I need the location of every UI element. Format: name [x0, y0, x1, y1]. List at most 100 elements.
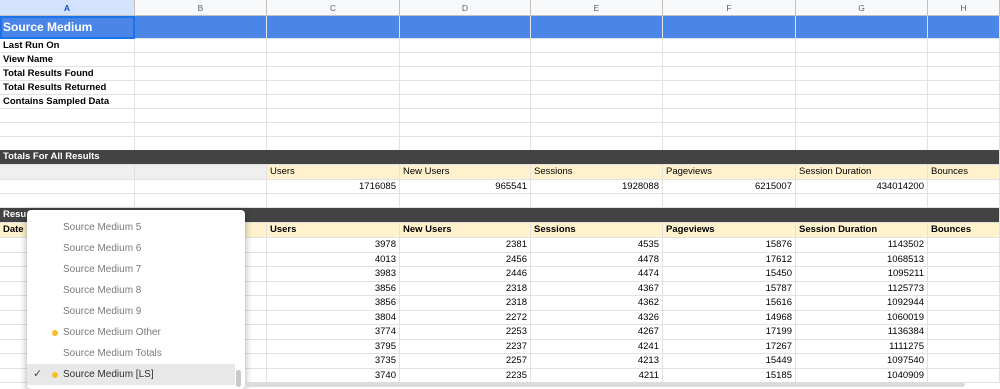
cell[interactable]: [796, 109, 928, 123]
cell[interactable]: [928, 123, 1000, 137]
cell[interactable]: [400, 81, 531, 95]
horizontal-scrollbar[interactable]: [245, 382, 965, 387]
results-value[interactable]: 14968: [663, 310, 796, 325]
results-column-header[interactable]: Sessions: [531, 223, 663, 238]
cell[interactable]: [267, 67, 400, 81]
cell[interactable]: [135, 39, 267, 53]
cell[interactable]: [135, 53, 267, 67]
cell[interactable]: [267, 123, 400, 137]
cell[interactable]: [135, 81, 267, 95]
info-label[interactable]: View Name: [0, 53, 135, 67]
results-value[interactable]: 15185: [663, 368, 796, 383]
results-value[interactable]: 2257: [400, 354, 531, 369]
column-header-f[interactable]: F: [663, 0, 796, 16]
cell[interactable]: [928, 354, 1000, 369]
info-label[interactable]: Contains Sampled Data: [0, 95, 135, 109]
cell[interactable]: [0, 109, 135, 123]
sheet-menu-item[interactable]: ✓ Source Medium [LS]: [27, 364, 235, 385]
cell[interactable]: [928, 67, 1000, 81]
cell[interactable]: [400, 123, 531, 137]
results-value[interactable]: 17267: [663, 339, 796, 354]
totals-metric-label[interactable]: New Users: [400, 165, 531, 180]
sheet-menu-item[interactable]: Source Medium Other: [27, 322, 235, 343]
cell[interactable]: [531, 67, 663, 81]
cell[interactable]: [135, 165, 267, 180]
cell[interactable]: [928, 281, 1000, 296]
results-value[interactable]: 1125773: [796, 281, 928, 296]
cell[interactable]: [928, 267, 1000, 282]
results-column-header[interactable]: Users: [267, 223, 400, 238]
cell[interactable]: [267, 16, 400, 39]
info-label[interactable]: Last Run On: [0, 39, 135, 53]
results-column-header[interactable]: Bounces: [928, 223, 1000, 238]
cell[interactable]: [400, 95, 531, 109]
cell[interactable]: [0, 194, 135, 208]
results-value[interactable]: 1136384: [796, 325, 928, 340]
cell[interactable]: [0, 137, 135, 151]
results-value[interactable]: 1097540: [796, 354, 928, 369]
column-header-e[interactable]: E: [531, 0, 663, 16]
cell[interactable]: [135, 123, 267, 137]
results-value[interactable]: 4213: [531, 354, 663, 369]
cell[interactable]: [928, 238, 1000, 253]
sheet-menu-item[interactable]: Source Medium 7: [27, 259, 235, 280]
cell[interactable]: [531, 194, 663, 208]
column-header-g[interactable]: G: [796, 0, 928, 16]
results-value[interactable]: 1143502: [796, 238, 928, 253]
results-value[interactable]: 1092944: [796, 296, 928, 311]
results-value[interactable]: 4326: [531, 310, 663, 325]
results-value[interactable]: 2253: [400, 325, 531, 340]
results-value[interactable]: 1095211: [796, 267, 928, 282]
results-value[interactable]: 15787: [663, 281, 796, 296]
cell[interactable]: [400, 53, 531, 67]
cell[interactable]: [663, 123, 796, 137]
results-value[interactable]: 15876: [663, 238, 796, 253]
cell[interactable]: [531, 81, 663, 95]
column-header-h[interactable]: H: [928, 0, 1000, 16]
cell[interactable]: [928, 137, 1000, 151]
cell[interactable]: [531, 16, 663, 39]
cell[interactable]: [267, 39, 400, 53]
results-value[interactable]: 3856: [267, 296, 400, 311]
cell[interactable]: [796, 123, 928, 137]
cell[interactable]: [928, 194, 1000, 208]
cell[interactable]: [796, 39, 928, 53]
results-value[interactable]: 1068513: [796, 252, 928, 267]
cell[interactable]: [796, 53, 928, 67]
cell[interactable]: [928, 16, 1000, 39]
cell[interactable]: [796, 137, 928, 151]
results-value[interactable]: 4267: [531, 325, 663, 340]
results-value[interactable]: 4362: [531, 296, 663, 311]
column-header-a[interactable]: A: [0, 0, 135, 16]
cell[interactable]: [928, 53, 1000, 67]
results-value[interactable]: 4211: [531, 368, 663, 383]
results-value[interactable]: 3856: [267, 281, 400, 296]
cell[interactable]: [796, 194, 928, 208]
cell[interactable]: [928, 95, 1000, 109]
totals-value[interactable]: 1716085: [267, 180, 400, 194]
cell[interactable]: [0, 165, 135, 180]
results-value[interactable]: 4535: [531, 238, 663, 253]
results-value[interactable]: 15450: [663, 267, 796, 282]
cell[interactable]: [531, 123, 663, 137]
cell[interactable]: [400, 16, 531, 39]
totals-value[interactable]: 6215007: [663, 180, 796, 194]
totals-metric-label[interactable]: Session Duration: [796, 165, 928, 180]
results-value[interactable]: 2318: [400, 296, 531, 311]
results-value[interactable]: 4474: [531, 267, 663, 282]
cell[interactable]: [0, 123, 135, 137]
column-header-b[interactable]: B: [135, 0, 267, 16]
totals-metric-label[interactable]: Bounces: [928, 165, 1000, 180]
sheet-menu-item[interactable]: Source Medium 9: [27, 301, 235, 322]
results-value[interactable]: 3978: [267, 238, 400, 253]
column-header-c[interactable]: C: [267, 0, 400, 16]
cell[interactable]: [663, 109, 796, 123]
cell[interactable]: [663, 53, 796, 67]
results-value[interactable]: 2235: [400, 368, 531, 383]
cell[interactable]: [267, 53, 400, 67]
cell[interactable]: [135, 137, 267, 151]
results-value[interactable]: 2272: [400, 310, 531, 325]
cell[interactable]: [663, 81, 796, 95]
cell[interactable]: [796, 67, 928, 81]
cell[interactable]: [135, 16, 267, 39]
